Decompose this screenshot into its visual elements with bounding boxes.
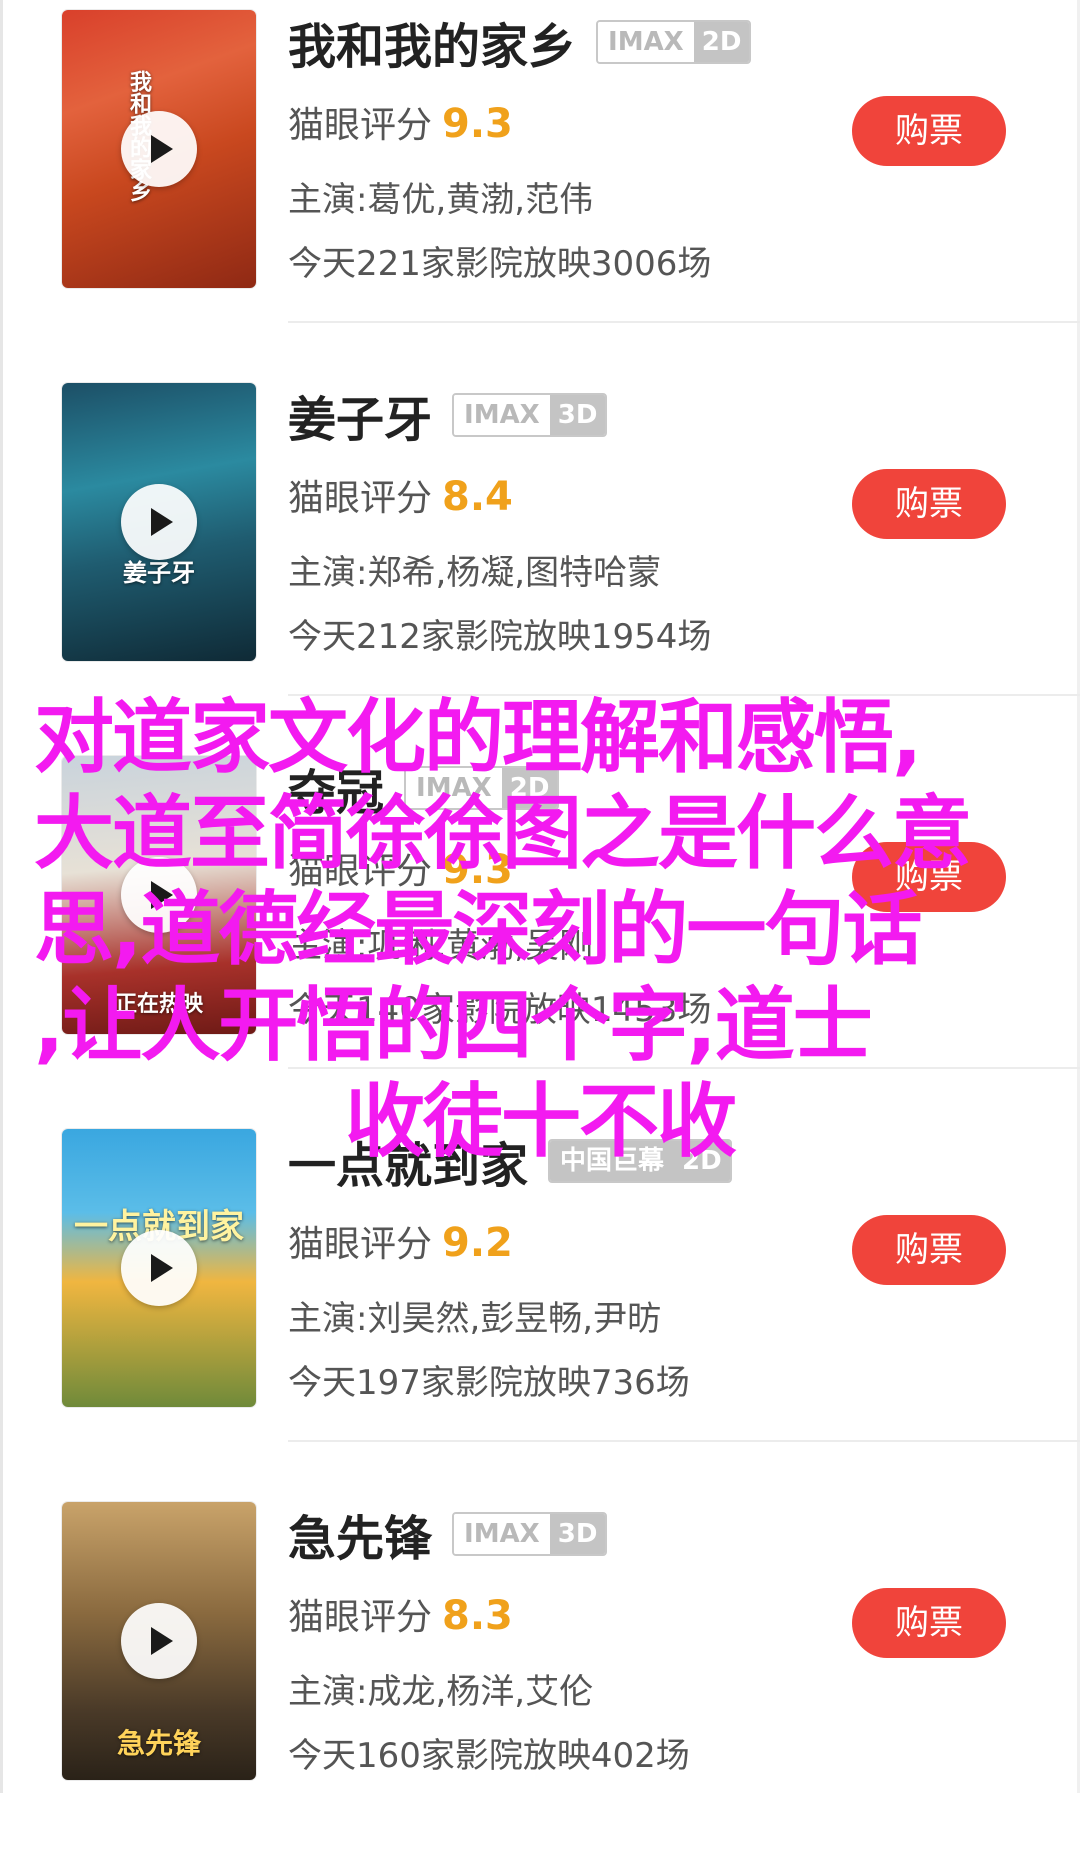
movie-title-row: 急先锋 IMAX 3D — [288, 1506, 608, 1567]
rating-row: 猫眼评分 8.3 — [288, 1588, 513, 1640]
movie-poster[interactable]: 急先锋 — [62, 1502, 256, 1780]
overlay-line: 对道家文化的理解和感悟, — [34, 691, 922, 784]
format-label: IMAX — [454, 395, 550, 435]
play-icon[interactable] — [121, 111, 197, 187]
movie-poster[interactable]: 一点就到家 — [62, 1129, 256, 1407]
rating-label: 猫眼评分 — [288, 105, 433, 146]
dimension-label: 3D — [549, 395, 606, 435]
dimension-label: 2D — [693, 22, 750, 62]
dimension-label: 3D — [549, 1514, 606, 1554]
movie-title[interactable]: 我和我的家乡 — [288, 7, 576, 77]
format-label: IMAX — [454, 1514, 550, 1554]
rating-score: 9.2 — [442, 1220, 513, 1266]
overlay-headline: 对道家文化的理解和感悟, 大道至简徐徐图之是什么意 思,道德经最深刻的一句话 ,… — [0, 690, 1080, 1170]
cast-text: 主演:刘昊然,彭昱畅,尹昉 — [288, 1299, 662, 1339]
divider — [288, 1440, 1080, 1442]
cast-text: 主演:成龙,杨洋,艾伦 — [288, 1672, 594, 1712]
rating-label: 猫眼评分 — [288, 478, 433, 519]
movie-title-row: 姜子牙 IMAX 3D — [288, 387, 608, 448]
showings-text: 今天212家影院放映1954场 — [288, 617, 712, 657]
rating-label: 猫眼评分 — [288, 1224, 433, 1265]
rating-row: 猫眼评分 9.3 — [288, 96, 513, 148]
movie-item[interactable]: 我和我的家乡 我和我的家乡 IMAX 2D 猫眼评分9.3 主演:葛优,黄渤,范… — [0, 0, 1080, 373]
overlay-line: 思,道德经最深刻的一句话 — [34, 883, 922, 976]
overlay-line: ,让人开悟的四个字,道士 — [34, 979, 873, 1072]
movie-poster[interactable]: 我和我的家乡 — [62, 10, 256, 288]
format-label: IMAX — [598, 22, 694, 62]
buy-ticket-button[interactable]: 购票 — [852, 1215, 1006, 1285]
rating-label: 猫眼评分 — [288, 1597, 433, 1638]
showings-text: 今天221家影院放映3006场 — [288, 244, 712, 284]
rating-row: 猫眼评分 9.2 — [288, 1215, 513, 1267]
divider — [288, 321, 1080, 323]
rating-score: 8.4 — [442, 474, 513, 520]
buy-ticket-button[interactable]: 购票 — [852, 469, 1006, 539]
movie-title[interactable]: 姜子牙 — [288, 380, 432, 450]
rating-score: 9.3 — [442, 101, 513, 147]
buy-ticket-button[interactable]: 购票 — [852, 1588, 1006, 1658]
overlay-line: 大道至简徐徐图之是什么意 — [34, 787, 972, 880]
play-icon[interactable] — [121, 1230, 197, 1306]
movie-title[interactable]: 急先锋 — [288, 1499, 432, 1569]
format-badge: IMAX 3D — [452, 393, 608, 437]
movie-poster[interactable]: 姜子牙 — [62, 383, 256, 661]
buy-ticket-button[interactable]: 购票 — [852, 96, 1006, 166]
overlay-line: 收徒十不收 — [345, 1075, 737, 1168]
rating-row: 猫眼评分 8.4 — [288, 469, 513, 521]
play-icon[interactable] — [121, 1603, 197, 1679]
play-icon[interactable] — [121, 484, 197, 560]
movie-item[interactable]: 一点就到家 一点就到家 中国巨幕 2D 猫眼评分 9.2 主演:刘昊然,彭昱畅,尹… — [0, 1119, 1080, 1492]
movie-item[interactable]: 急先锋 急先锋 IMAX 3D 猫眼评分 8.3 主演:成龙,杨洋,艾伦 今天16… — [0, 1492, 1080, 1865]
showings-text: 今天197家影院放映736场 — [288, 1363, 690, 1403]
format-badge: IMAX 3D — [452, 1512, 608, 1556]
cast-text: 主演:葛优,黄渤,范伟 — [288, 180, 594, 220]
rating-score: 8.3 — [442, 1593, 513, 1639]
cast-text: 主演:郑希,杨凝,图特哈蒙 — [288, 553, 662, 593]
movie-title-row: 我和我的家乡 IMAX 2D — [288, 14, 752, 75]
format-badge: IMAX 2D — [596, 20, 752, 64]
showings-text: 今天160家影院放映402场 — [288, 1736, 690, 1776]
poster-title: 急先锋 — [116, 1727, 201, 1760]
